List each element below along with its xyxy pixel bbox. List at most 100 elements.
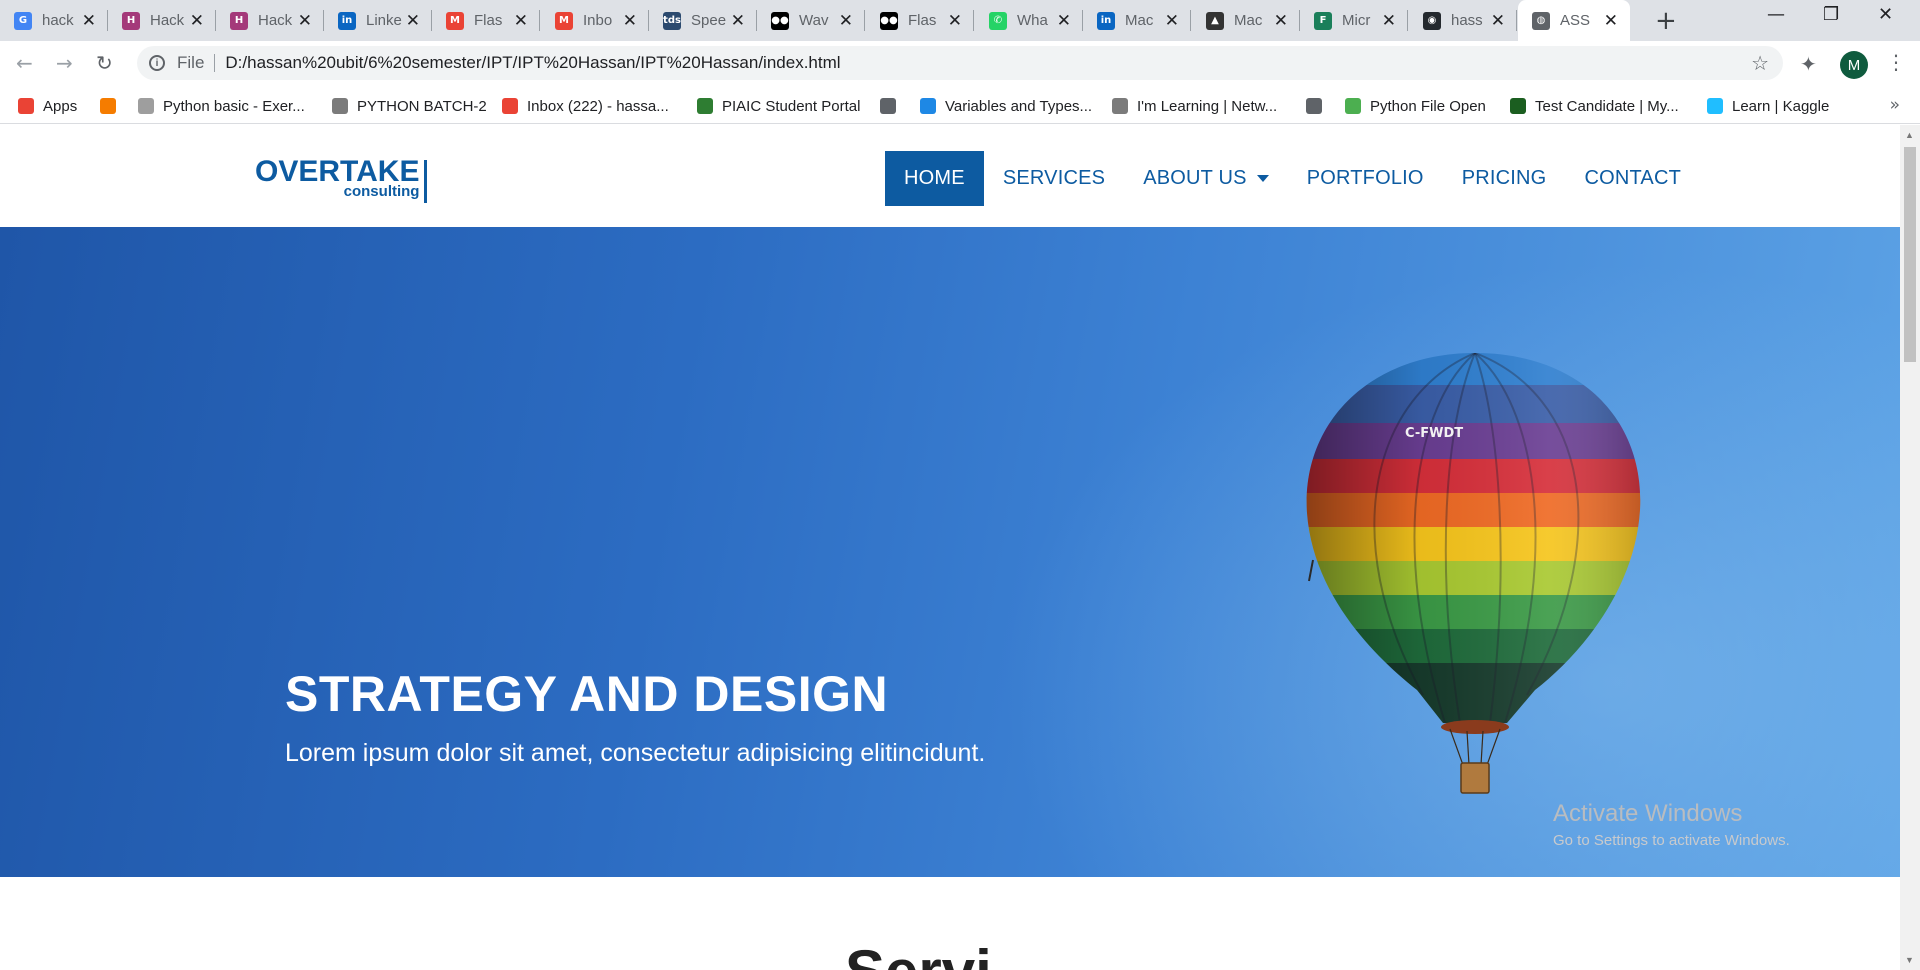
tab-title: ASS — [1560, 12, 1591, 29]
tab-favicon-icon: ●● — [880, 11, 898, 30]
tab-close-icon[interactable]: ✕ — [1491, 11, 1505, 31]
bookmark-label: PIAIC Student Portal — [722, 97, 861, 115]
bookmark-item[interactable]: Python File Open — [1345, 94, 1486, 118]
tab-close-icon[interactable]: ✕ — [1274, 11, 1288, 31]
w3r-icon — [138, 98, 154, 114]
back-icon[interactable]: ← — [16, 51, 33, 75]
page-scrollbar[interactable]: ▲ ▼ — [1900, 125, 1920, 970]
url-text[interactable]: D:/hassan%20ubit/6%20semester/IPT/IPT%20… — [225, 53, 840, 73]
bookmark-item[interactable]: Python basic - Exer... — [138, 94, 305, 118]
bookmark-label: Learn | Kaggle — [1732, 97, 1830, 115]
browser-tab[interactable]: ●● Wav ✕ — [757, 0, 865, 41]
tab-favicon-icon: G — [14, 11, 32, 30]
nav-label: CONTACT — [1584, 167, 1682, 189]
hero-title: STRATEGY AND DESIGN — [285, 666, 889, 722]
reload-icon[interactable]: ↻ — [96, 51, 113, 75]
tab-close-icon[interactable]: ✕ — [514, 11, 528, 31]
scroll-up-arrow-icon[interactable]: ▲ — [1905, 130, 1914, 140]
browser-tab[interactable]: ●● Flas ✕ — [866, 0, 974, 41]
bookmark-item[interactable]: PIAIC Student Portal — [697, 94, 860, 118]
bookmark-item[interactable] — [880, 94, 896, 118]
browser-tab[interactable]: H Hack ✕ — [216, 0, 324, 41]
bookmark-item[interactable]: Test Candidate | My... — [1510, 94, 1679, 118]
browser-menu-icon[interactable]: ⋮ — [1886, 50, 1906, 74]
tab-close-icon[interactable]: ✕ — [623, 11, 637, 31]
bookmark-item[interactable]: I'm Learning | Netw... — [1112, 94, 1277, 118]
tab-close-icon[interactable]: ✕ — [1382, 11, 1396, 31]
tab-title: Micr — [1342, 12, 1371, 29]
bookmark-label: PYTHON BATCH-2 — [357, 97, 487, 115]
browser-tab[interactable]: M Flas ✕ — [432, 0, 540, 41]
tab-title: Flas — [474, 12, 503, 29]
tab-close-icon[interactable]: ✕ — [190, 11, 204, 31]
browser-tab[interactable]: ◍ ASS ✕ — [1518, 0, 1630, 41]
apps-icon — [18, 98, 34, 114]
bookmark-item[interactable]: Inbox (222) - hassa... — [502, 94, 669, 118]
browser-tab[interactable]: Ghack ✕ — [0, 0, 108, 41]
browser-tab[interactable]: H Hack ✕ — [108, 0, 216, 41]
tab-separator — [1516, 10, 1517, 31]
bookmark-item[interactable]: Apps — [18, 94, 77, 118]
file-scheme-label: File — [177, 53, 205, 72]
services-section: Servi — [0, 877, 1900, 970]
nav-services[interactable]: SERVICES — [984, 151, 1124, 206]
site-logo[interactable]: OVERTAKE consulting — [255, 157, 428, 203]
minimize-icon[interactable]: — — [1767, 4, 1785, 25]
scrollbar-thumb[interactable] — [1904, 147, 1916, 362]
tab-close-icon[interactable]: ✕ — [82, 11, 96, 31]
tab-separator — [973, 10, 974, 31]
bookmark-item[interactable] — [1306, 94, 1322, 118]
extensions-puzzle-icon[interactable]: ✦ — [1800, 52, 1817, 76]
tab-favicon-icon: F — [1314, 11, 1332, 30]
nav-contact[interactable]: CONTACT — [1565, 151, 1700, 206]
browser-tab[interactable]: tds Spee ✕ — [649, 0, 757, 41]
bookmark-item[interactable]: Variables and Types... — [920, 94, 1092, 118]
tab-close-icon[interactable]: ✕ — [406, 11, 420, 31]
forward-icon[interactable]: → — [56, 51, 73, 75]
nav-home[interactable]: HOME — [885, 151, 984, 206]
browser-tab[interactable]: ▲ Mac ✕ — [1192, 0, 1300, 41]
close-window-icon[interactable]: ✕ — [1878, 4, 1893, 25]
tab-favicon-icon: tds — [663, 11, 681, 30]
browser-tab[interactable]: M Inbo ✕ — [541, 0, 649, 41]
main-nav: HOME SERVICES ABOUT US PORTFOLIO PRICING CONT… — [885, 151, 1700, 206]
tab-favicon-icon: ✆ — [989, 11, 1007, 30]
nav-about-us[interactable]: ABOUT US — [1124, 151, 1287, 206]
browser-tab[interactable]: F Micr ✕ — [1300, 0, 1408, 41]
bookmark-item[interactable]: Learn | Kaggle — [1707, 94, 1829, 118]
nav-pricing[interactable]: PRICING — [1443, 151, 1566, 206]
browser-tab[interactable]: ◉ hass ✕ — [1409, 0, 1517, 41]
browser-tab[interactable]: in Linke ✕ — [324, 0, 432, 41]
bookmarks-overflow-icon[interactable]: » — [1890, 95, 1900, 115]
tab-close-icon[interactable]: ✕ — [731, 11, 745, 31]
kaggle-icon — [1707, 98, 1723, 114]
address-bar[interactable]: i File D:/hassan%20ubit/6%20semester/IPT… — [137, 46, 1783, 80]
restore-icon[interactable]: ❐ — [1823, 4, 1839, 25]
bookmark-label: Inbox (222) - hassa... — [527, 97, 669, 115]
browser-tab[interactable]: ✆ Wha ✕ — [975, 0, 1083, 41]
tab-separator — [864, 10, 865, 31]
tab-close-icon[interactable]: ✕ — [1604, 11, 1618, 31]
bookmark-label: Python basic - Exer... — [163, 97, 305, 115]
bookmark-item[interactable] — [100, 94, 116, 118]
tab-close-icon[interactable]: ✕ — [948, 11, 962, 31]
profile-avatar[interactable]: M — [1840, 51, 1868, 79]
browser-tab[interactable]: in Mac ✕ — [1083, 0, 1191, 41]
tab-close-icon[interactable]: ✕ — [1165, 11, 1179, 31]
tab-close-icon[interactable]: ✕ — [1057, 11, 1071, 31]
bookmark-label: Test Candidate | My... — [1535, 97, 1679, 115]
hero-subtitle: Lorem ipsum dolor sit amet, consectetur … — [285, 739, 986, 767]
activate-windows-hint: Go to Settings to activate Windows. — [1553, 832, 1790, 849]
tab-title: Wha — [1017, 12, 1048, 29]
bookmark-star-icon[interactable]: ☆ — [1751, 51, 1769, 75]
new-tab-button[interactable]: + — [1655, 6, 1677, 36]
info-icon[interactable]: i — [149, 55, 165, 71]
tab-close-icon[interactable]: ✕ — [298, 11, 312, 31]
bookmark-item[interactable]: PYTHON BATCH-2 — [332, 94, 487, 118]
scroll-down-arrow-icon[interactable]: ▼ — [1905, 955, 1914, 965]
tab-title: Wav — [799, 12, 829, 29]
tab-favicon-icon: in — [338, 11, 356, 30]
tab-favicon-icon: ◍ — [1532, 11, 1550, 30]
nav-portfolio[interactable]: PORTFOLIO — [1288, 151, 1443, 206]
tab-close-icon[interactable]: ✕ — [839, 11, 853, 31]
